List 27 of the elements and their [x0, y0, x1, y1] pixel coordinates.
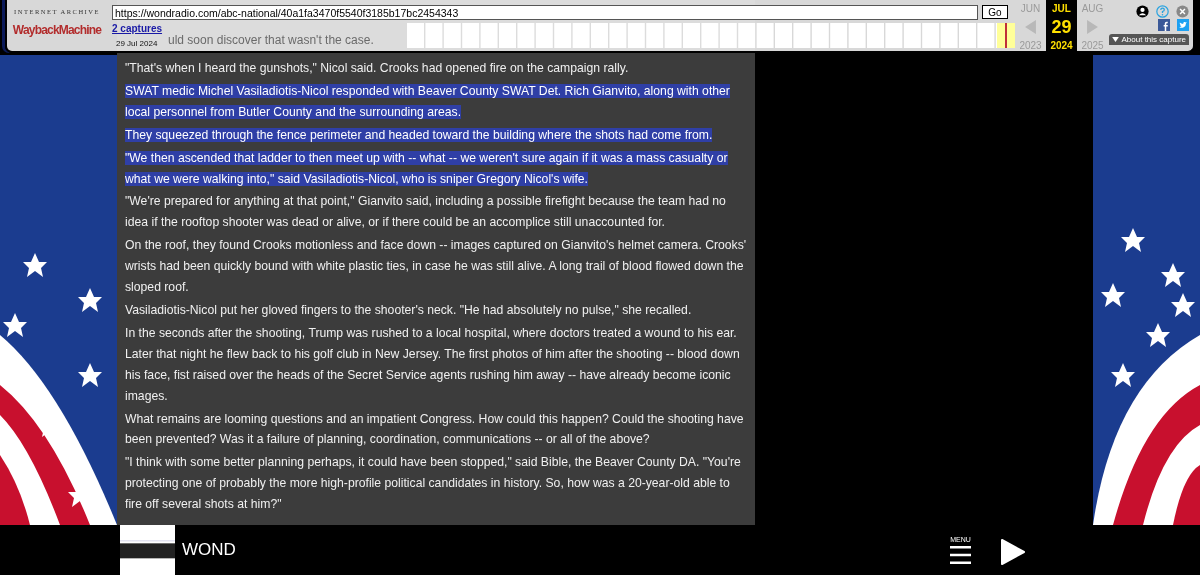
menu-icon — [950, 544, 971, 565]
go-button[interactable]: Go — [982, 5, 1008, 19]
article-paragraph: "We then ascended that ladder to then meet up with -- what -- we weren't sure again if it was a mass casualty or what we were walking into," said Vasiladiotis-Nicol, who is sniper Gregory Nicol's wife. — [125, 149, 729, 188]
article-paragraph: On the roof, they found Crooks motionless and face down -- images captured on Gianvito's helmet camera. Crooks' wrists had been quickly bound with white plastic ties, in case he was still alive. A long trail of blood flowed down the sloped roof. — [125, 237, 747, 297]
url-field[interactable]: https://wondradio.com/abc-national/40a1fa3470f5540f3185b17bc2454343 — [112, 5, 978, 20]
article-paragraph: Vasiladiotis-Nicol put her gloved fingers to the shooter's neck. "He had absolutely no pulse," she recalled. — [125, 301, 693, 319]
facebook-icon[interactable] — [1158, 19, 1170, 31]
month-column[interactable]: JUL 29 2024 — [1046, 0, 1077, 51]
captures-link[interactable]: 2 captures — [112, 23, 168, 35]
close-icon[interactable] — [1176, 5, 1189, 18]
station-logo-image — [120, 525, 175, 575]
article-paragraph: What remains are looming questions and an impatient Congress. How could this happen? Could the shooting have been prevented? Was it a failure of planning, coordination, communications -- or all of the above? — [125, 410, 745, 449]
about-capture-button[interactable]: About this capture — [1108, 34, 1189, 45]
caret-icon — [1111, 37, 1119, 42]
capture-date: 29 Jul 2024 — [116, 39, 159, 48]
article-paragraph: "I think with some better planning perhaps, it could have been stopped," said Bible, the Beaver County DA. "You're protecting one of probably the more high-profile political candidates in history. So, how was a 20-year-old able to fire off several shots at him?" — [125, 454, 742, 514]
article-paragraph: In the seconds after the shooting, Trump was rushed to a local hospital, where doctors treated a wound to his ear. Later that night he flew back to his golf club in New Jersey. The first photos of him after the shooting -- blood down his face, fist raised over the heads of the Secret Service agents rushing him away -- have already become iconic images. — [125, 324, 741, 405]
station-name: WOND — [182, 540, 236, 560]
article-text-behind: uld soon discover that wasn't the case. — [168, 32, 374, 47]
play-icon[interactable] — [1001, 538, 1025, 565]
article-paragraph: They squeezed through the fence perimeter and headed toward the building where the shots had come from. — [125, 126, 714, 144]
user-icon[interactable] — [1136, 5, 1149, 18]
article-paragraph: "We're prepared for anything at that point," Gianvito said, including a possible firefight because the team had no idea if the rooftop shooter was dead or alive, or if there could be an accomplice still unaccounted for. — [125, 193, 727, 232]
article-paragraph: "That's when I heard the gunshots," Nicol said. Crooks had opened fire on the campaign rally. — [125, 60, 630, 77]
article-paragraph: SWAT medic Michel Vasiladiotis-Nicol responded with Beaver County SWAT Det. Rich Gianvito, along with other local personnel from Butler County and the surrounding areas. — [125, 82, 731, 121]
wayback-logo[interactable]: WaybackMachine — [12, 23, 102, 37]
bird-icon[interactable] — [1177, 19, 1189, 31]
